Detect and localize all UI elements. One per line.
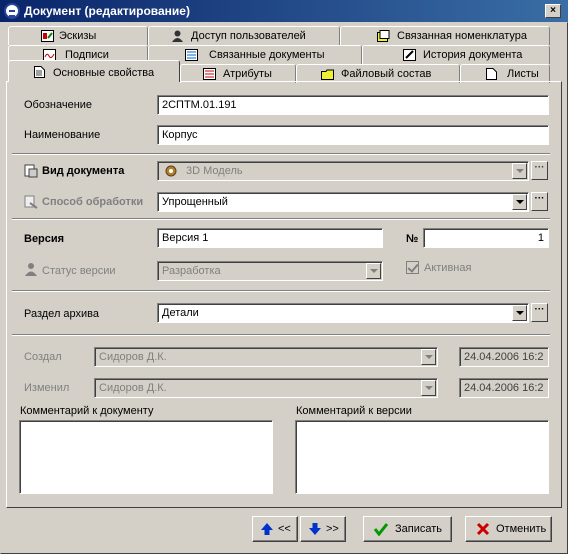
archive-value: Детали: [162, 307, 199, 319]
arrow-down-icon: [309, 523, 321, 535]
version-number-label: №: [406, 233, 419, 245]
archive-ellipsis-button[interactable]: ···: [531, 303, 548, 322]
3d-model-icon: [165, 165, 177, 177]
user-icon: [172, 30, 183, 42]
processing-icon: [24, 195, 38, 209]
next-button[interactable]: >>: [300, 516, 346, 542]
app-icon: [4, 3, 20, 19]
cancel-x-icon: [476, 522, 490, 536]
doc-type-select: 3D Модель: [157, 161, 529, 181]
tab-label: Файловый состав: [341, 68, 432, 80]
modified-label: Изменил: [24, 382, 70, 394]
archive-select[interactable]: Детали: [157, 303, 529, 323]
created-date-field: 24.04.2006 16:2: [459, 347, 549, 367]
version-status-value: Разработка: [162, 265, 221, 277]
cancel-button[interactable]: Отменить: [465, 516, 552, 542]
doc-type-value: 3D Модель: [186, 165, 243, 177]
designation-field[interactable]: 2СПТМ.01.191: [157, 95, 549, 115]
tab-label: Доступ пользователей: [191, 30, 306, 42]
dropdown-arrow-icon[interactable]: [512, 305, 527, 321]
separator: [12, 153, 550, 155]
title-bar: Документ (редактирование) ×: [0, 0, 568, 22]
version-number-field[interactable]: 1: [423, 228, 549, 248]
tab-sketches[interactable]: Эскизы: [8, 26, 148, 45]
nomenclature-icon: [377, 30, 390, 42]
tab-label: Связанные документы: [209, 49, 325, 61]
tab-main-properties[interactable]: Основные свойства: [8, 60, 180, 82]
active-checkbox: [406, 261, 419, 274]
tab-label: Эскизы: [59, 30, 97, 42]
user-status-icon: [25, 263, 37, 276]
dropdown-arrow-icon[interactable]: [512, 194, 527, 210]
linked-docs-icon: [185, 49, 198, 61]
tab-document-history[interactable]: История документа: [362, 45, 550, 64]
separator: [12, 334, 550, 336]
name-label: Наименование: [24, 129, 101, 141]
checkmark-icon: [374, 523, 388, 536]
processing-label: Способ обработки: [42, 196, 144, 208]
attributes-icon: [203, 68, 216, 80]
tab-label: Основные свойства: [53, 67, 155, 79]
dropdown-arrow-icon: [421, 349, 436, 365]
name-field[interactable]: Корпус: [157, 125, 549, 145]
created-by-value: Сидоров Д.К.: [99, 351, 167, 363]
created-by-select: Сидоров Д.К.: [94, 347, 438, 367]
close-button[interactable]: ×: [545, 4, 561, 18]
doc-type-label: Вид документа: [42, 165, 125, 177]
version-status-select: Разработка: [157, 261, 383, 281]
tab-label: Листы: [507, 68, 539, 80]
sheet-icon: [486, 68, 497, 80]
cancel-label: Отменить: [496, 523, 547, 535]
active-label: Активная: [424, 262, 472, 274]
tab-label: Атрибуты: [223, 68, 272, 80]
version-comment-label: Комментарий к версии: [296, 405, 412, 417]
dropdown-arrow-icon: [421, 380, 436, 396]
dropdown-arrow-icon: [512, 163, 527, 179]
designation-label: Обозначение: [24, 99, 93, 111]
tab-linked-nomenclature[interactable]: Связанная номенклатура: [340, 26, 550, 45]
previous-button[interactable]: <<: [252, 516, 298, 542]
save-button[interactable]: Записать: [363, 516, 452, 542]
document-icon: [34, 66, 45, 78]
version-status-label: Статус версии: [42, 265, 116, 277]
tab-label: Связанная номенклатура: [397, 30, 528, 42]
archive-label: Раздел архива: [24, 308, 100, 320]
document-type-icon: [24, 164, 38, 178]
tab-linked-documents[interactable]: Связанные документы: [148, 45, 362, 64]
doc-comment-textarea[interactable]: [19, 420, 273, 494]
next-label: >>: [326, 523, 339, 535]
version-label: Версия: [24, 233, 65, 245]
window-title: Документ (редактирование): [24, 4, 190, 18]
history-icon: [403, 49, 416, 61]
processing-value: Упрощенный: [162, 196, 228, 208]
tab-user-access[interactable]: Доступ пользователей: [148, 26, 340, 45]
version-field[interactable]: Версия 1: [157, 228, 383, 248]
folder-icon: [321, 69, 334, 80]
processing-ellipsis-button[interactable]: ···: [531, 192, 548, 211]
dropdown-arrow-icon: [366, 263, 381, 279]
doc-comment-label: Комментарий к документу: [20, 405, 154, 417]
sketch-icon: [41, 30, 54, 42]
processing-select[interactable]: Упрощенный: [157, 192, 529, 212]
separator: [12, 290, 550, 292]
version-comment-textarea[interactable]: [295, 420, 549, 494]
separator: [12, 218, 550, 220]
previous-label: <<: [278, 523, 291, 535]
doc-type-ellipsis-button[interactable]: ···: [531, 161, 548, 180]
modified-date-field: 24.04.2006 16:2: [459, 378, 549, 398]
modified-by-value: Сидоров Д.К.: [99, 382, 167, 394]
save-label: Записать: [395, 523, 443, 535]
tab-label: История документа: [423, 49, 523, 61]
arrow-up-icon: [261, 523, 273, 535]
created-label: Создал: [24, 351, 62, 363]
modified-by-select: Сидоров Д.К.: [94, 378, 438, 398]
